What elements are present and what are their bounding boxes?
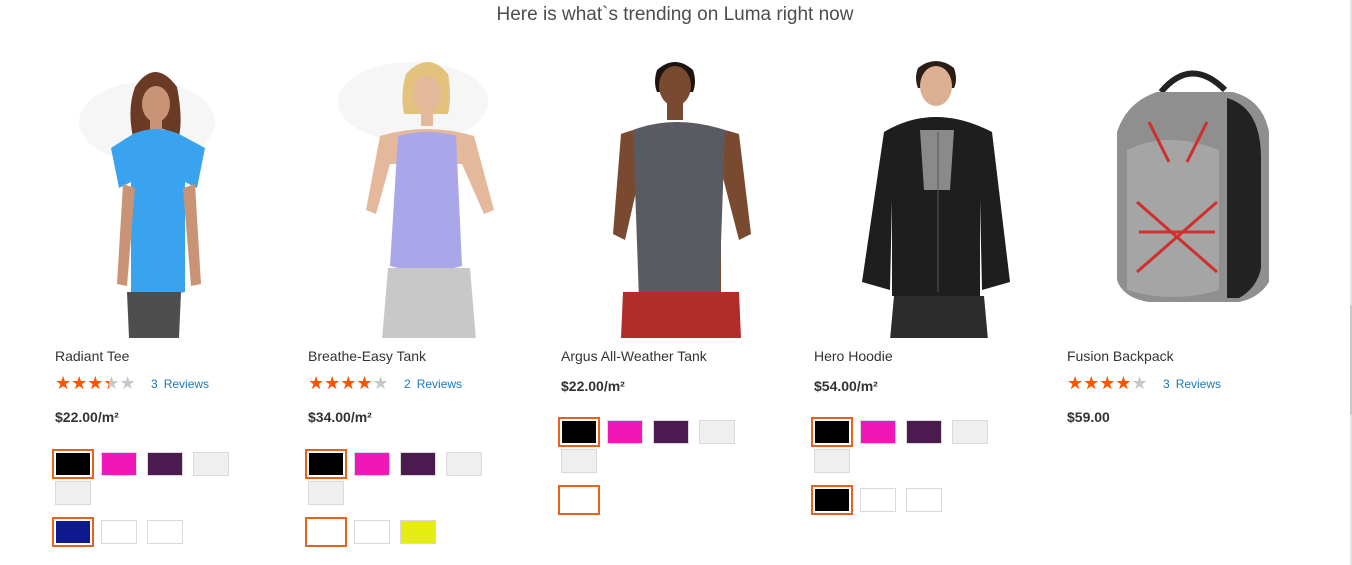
swatch-gray[interactable] [814, 449, 850, 473]
rating-stars: ★★★★★ ★★★★★ [1067, 373, 1148, 393]
swatch-white[interactable] [558, 485, 600, 515]
product-name[interactable]: Hero Hoodie [814, 348, 893, 364]
product-rating: ★★★★★ ★★★★★ 2Reviews [308, 373, 468, 393]
swatch-white[interactable] [860, 488, 896, 512]
swatch-black[interactable] [811, 485, 853, 515]
product-image-radiant-tee[interactable] [55, 52, 295, 338]
rating-stars: ★★★★★ ★★★★★ [55, 373, 136, 393]
product-name[interactable]: Radiant Tee [55, 348, 129, 364]
swatch-black[interactable] [811, 417, 853, 447]
product-image-argus-all-weather-tank[interactable] [561, 52, 801, 338]
product-card-radiant-tee: Radiant Tee ★★★★★ ★★★★★ 3Reviews $22.00/… [52, 44, 295, 559]
swatch-pink[interactable] [607, 420, 643, 444]
product-rating: ★★★★★ ★★★★★ 3Reviews [55, 373, 215, 393]
swatch-purple[interactable] [653, 420, 689, 444]
product-card-argus-all-weather-tank: Argus All-Weather Tank $22.00/m² [558, 44, 801, 559]
product-card-hero-hoodie: Hero Hoodie $54.00/m² [811, 44, 1054, 559]
swatch-black[interactable] [305, 449, 347, 479]
swatch-white[interactable] [906, 488, 942, 512]
product-price: $22.00/m² [55, 409, 119, 425]
product-image-fusion-backpack[interactable] [1067, 52, 1307, 338]
swatch-black[interactable] [558, 417, 600, 447]
swatch-gray[interactable] [308, 481, 344, 505]
section-heading: Here is what`s trending on Luma right no… [496, 4, 854, 25]
swatch-purple[interactable] [906, 420, 942, 444]
product-image-breathe-easy-tank[interactable] [308, 52, 548, 338]
product-card-breathe-easy-tank: Breathe-Easy Tank ★★★★★ ★★★★★ 2Reviews $… [305, 44, 548, 559]
product-image-hero-hoodie[interactable] [814, 52, 1054, 338]
reviews-link[interactable]: 3 Reviews [151, 377, 215, 391]
reviews-link[interactable]: 2 Reviews [404, 377, 468, 391]
swatch-white[interactable] [101, 520, 137, 544]
swatch-gray[interactable] [952, 420, 988, 444]
swatch-gray[interactable] [561, 449, 597, 473]
swatch-gray[interactable] [699, 420, 735, 444]
swatch-white[interactable] [305, 517, 347, 547]
product-name[interactable]: Argus All-Weather Tank [561, 348, 707, 364]
swatch-purple[interactable] [400, 452, 436, 476]
product-price: $34.00/m² [308, 409, 372, 425]
swatch-blue[interactable] [52, 517, 94, 547]
swatch-pink[interactable] [101, 452, 137, 476]
swatch-gray[interactable] [446, 452, 482, 476]
product-name[interactable]: Fusion Backpack [1067, 348, 1174, 364]
swatch-yellow[interactable] [400, 520, 436, 544]
swatch-gray[interactable] [55, 481, 91, 505]
swatch-white[interactable] [147, 520, 183, 544]
swatch-pink[interactable] [860, 420, 896, 444]
rating-stars: ★★★★★ ★★★★★ [308, 373, 389, 393]
swatch-pink[interactable] [354, 452, 390, 476]
swatch-gray[interactable] [193, 452, 229, 476]
product-price: $22.00/m² [561, 378, 625, 394]
reviews-link[interactable]: 3 Reviews [1163, 377, 1227, 391]
swatch-black[interactable] [52, 449, 94, 479]
swatch-purple[interactable] [147, 452, 183, 476]
product-price: $59.00 [1067, 409, 1110, 425]
product-name[interactable]: Breathe-Easy Tank [308, 348, 426, 364]
swatch-white[interactable] [354, 520, 390, 544]
product-card-fusion-backpack: Fusion Backpack ★★★★★ ★★★★★ 3Reviews $59… [1067, 44, 1307, 559]
product-rating: ★★★★★ ★★★★★ 3Reviews [1067, 373, 1227, 393]
product-price: $54.00/m² [814, 378, 878, 394]
